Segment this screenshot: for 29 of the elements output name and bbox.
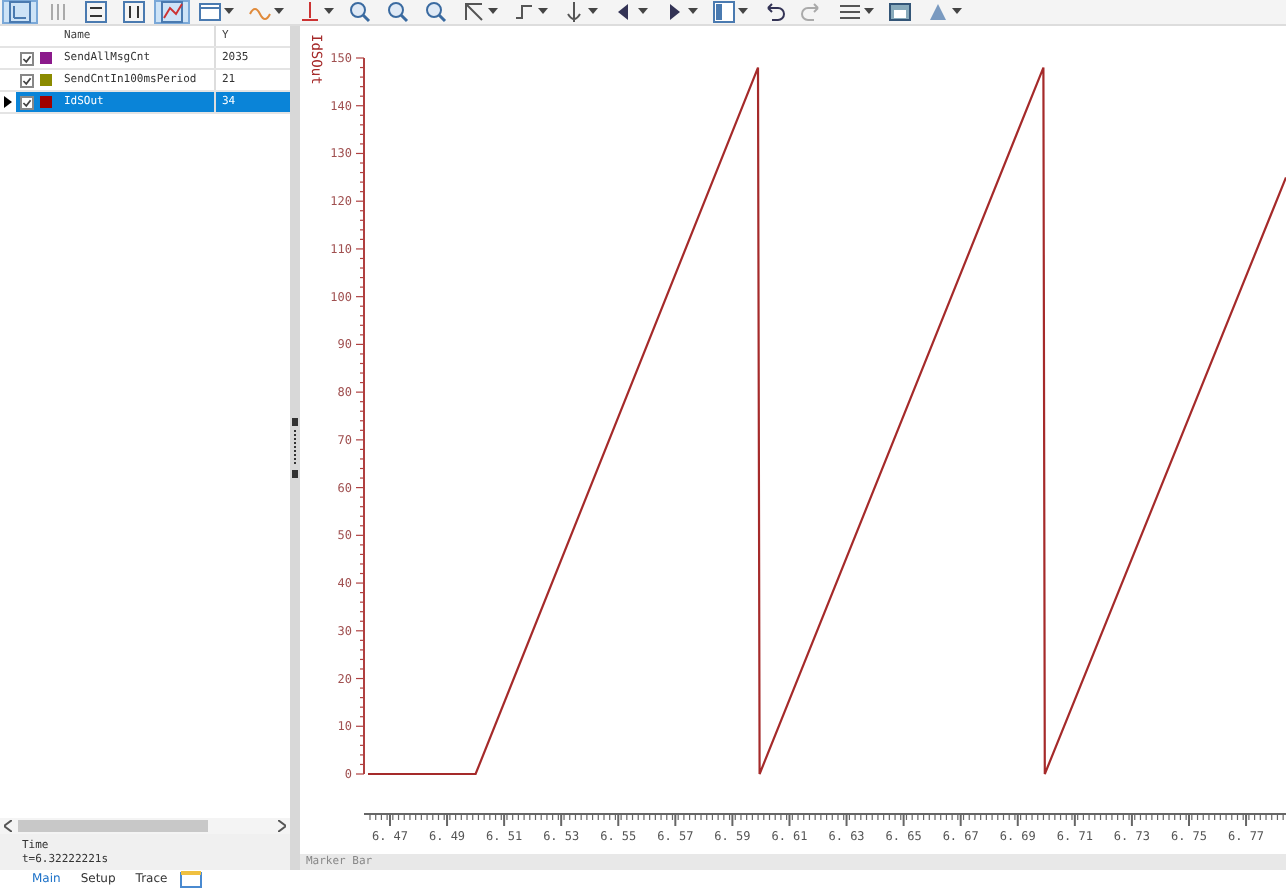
columns-icon xyxy=(46,0,70,24)
caret-icon xyxy=(688,8,698,16)
zoom-out-icon xyxy=(386,0,410,24)
new-tab-icon[interactable] xyxy=(179,870,202,888)
caret-icon xyxy=(588,8,598,16)
undo-icon xyxy=(762,0,786,24)
caret-icon xyxy=(538,8,548,16)
redo-icon xyxy=(800,0,824,24)
caret-icon xyxy=(864,8,874,16)
caret-icon xyxy=(638,8,648,16)
caret-icon xyxy=(952,8,962,16)
caret-icon xyxy=(224,8,234,16)
zoom-in-icon xyxy=(348,0,372,24)
scroll-thumb[interactable] xyxy=(18,820,208,832)
row-pointer-icon xyxy=(4,96,12,108)
caret-icon xyxy=(324,8,334,16)
caret-icon xyxy=(738,8,748,16)
checkbox[interactable] xyxy=(19,51,33,65)
zoom-fit-icon xyxy=(424,0,448,24)
caret-icon xyxy=(274,8,284,16)
cursor-icon xyxy=(8,0,32,24)
caret-icon xyxy=(488,8,498,16)
checkbox[interactable] xyxy=(19,95,33,109)
list-icon xyxy=(838,0,862,24)
checkbox[interactable] xyxy=(19,73,33,87)
horizontal-scrollbar[interactable] xyxy=(0,818,290,834)
grip-icon[interactable] xyxy=(292,418,298,478)
scroll-left-icon[interactable] xyxy=(4,820,12,832)
scroll-right-icon[interactable] xyxy=(278,820,286,832)
